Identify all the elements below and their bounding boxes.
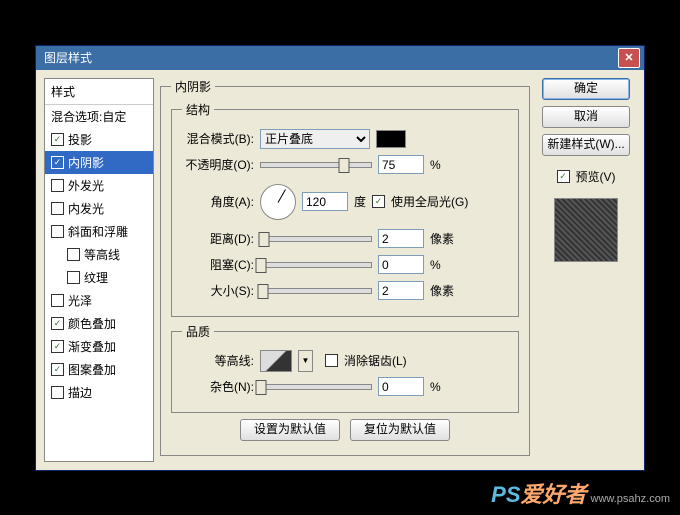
distance-value[interactable] bbox=[378, 229, 424, 248]
sidebar-item-label: 渐变叠加 bbox=[68, 338, 116, 355]
size-label: 大小(S): bbox=[182, 282, 254, 299]
percent-unit: % bbox=[430, 158, 441, 172]
close-button[interactable]: ✕ bbox=[618, 48, 640, 68]
settings-panel: 内阴影 结构 混合模式(B): 正片叠底 不透明度(O): % bbox=[160, 78, 530, 462]
new-style-button[interactable]: 新建样式(W)... bbox=[542, 134, 630, 156]
sidebar-item[interactable]: 纹理 bbox=[45, 266, 153, 289]
sidebar-item[interactable]: 光泽 bbox=[45, 289, 153, 312]
effect-title: 内阴影 bbox=[171, 78, 215, 95]
sidebar-item-label: 光泽 bbox=[68, 292, 92, 309]
sidebar-item[interactable]: 描边 bbox=[45, 381, 153, 404]
sidebar-item[interactable]: 内阴影 bbox=[45, 151, 153, 174]
reset-default-button[interactable]: 复位为默认值 bbox=[350, 419, 450, 441]
style-checkbox[interactable] bbox=[51, 317, 64, 330]
size-unit: 像素 bbox=[430, 282, 454, 299]
sidebar-item[interactable]: 图案叠加 bbox=[45, 358, 153, 381]
color-swatch[interactable] bbox=[376, 130, 406, 148]
global-light-label: 使用全局光(G) bbox=[391, 193, 468, 210]
style-checkbox[interactable] bbox=[51, 294, 64, 307]
preview-checkbox[interactable] bbox=[557, 170, 570, 183]
watermark: PS 爱好者 www.psahz.com bbox=[491, 477, 670, 509]
style-checkbox[interactable] bbox=[67, 248, 80, 261]
sidebar-item[interactable]: 投影 bbox=[45, 128, 153, 151]
cancel-button[interactable]: 取消 bbox=[542, 106, 630, 128]
quality-title: 品质 bbox=[182, 323, 214, 340]
style-checkbox[interactable] bbox=[51, 386, 64, 399]
sidebar-item[interactable]: 外发光 bbox=[45, 174, 153, 197]
opacity-label: 不透明度(O): bbox=[182, 156, 254, 173]
sidebar-item-label: 等高线 bbox=[84, 246, 120, 263]
angle-value[interactable] bbox=[302, 192, 348, 211]
structure-title: 结构 bbox=[182, 101, 214, 118]
style-checkbox[interactable] bbox=[51, 179, 64, 192]
style-checkbox[interactable] bbox=[51, 133, 64, 146]
size-value[interactable] bbox=[378, 281, 424, 300]
preview-label: 预览(V) bbox=[576, 168, 616, 185]
contour-label: 等高线: bbox=[182, 352, 254, 369]
blend-mode-select[interactable]: 正片叠底 bbox=[260, 129, 370, 149]
contour-dropdown-icon[interactable]: ▼ bbox=[298, 350, 313, 372]
sidebar-item-label: 斜面和浮雕 bbox=[68, 223, 128, 240]
distance-unit: 像素 bbox=[430, 230, 454, 247]
style-checkbox[interactable] bbox=[51, 363, 64, 376]
sidebar-header: 样式 bbox=[45, 79, 153, 105]
angle-label: 角度(A): bbox=[182, 193, 254, 210]
distance-slider[interactable] bbox=[260, 236, 372, 242]
noise-label: 杂色(N): bbox=[182, 378, 254, 395]
style-checkbox[interactable] bbox=[51, 202, 64, 215]
contour-picker[interactable] bbox=[260, 350, 292, 372]
style-checkbox[interactable] bbox=[67, 271, 80, 284]
sidebar-item[interactable]: 渐变叠加 bbox=[45, 335, 153, 358]
preview-thumbnail bbox=[554, 198, 618, 262]
percent-unit: % bbox=[430, 258, 441, 272]
sidebar-item-label: 颜色叠加 bbox=[68, 315, 116, 332]
sidebar-item-label: 图案叠加 bbox=[68, 361, 116, 378]
right-panel: 确定 取消 新建样式(W)... 预览(V) bbox=[536, 78, 636, 462]
structure-group: 结构 混合模式(B): 正片叠底 不透明度(O): % bbox=[171, 101, 519, 317]
percent-unit: % bbox=[430, 380, 441, 394]
opacity-value[interactable] bbox=[378, 155, 424, 174]
sidebar-item[interactable]: 颜色叠加 bbox=[45, 312, 153, 335]
sidebar-item-label: 纹理 bbox=[84, 269, 108, 286]
style-checkbox[interactable] bbox=[51, 340, 64, 353]
sidebar-item-label: 投影 bbox=[68, 131, 92, 148]
sidebar-item-label: 描边 bbox=[68, 384, 92, 401]
styles-sidebar: 样式 混合选项:自定 投影内阴影外发光内发光斜面和浮雕等高线纹理光泽颜色叠加渐变… bbox=[44, 78, 154, 462]
sidebar-item[interactable]: 内发光 bbox=[45, 197, 153, 220]
angle-dial[interactable] bbox=[260, 184, 296, 220]
angle-unit: 度 bbox=[354, 193, 366, 210]
ok-button[interactable]: 确定 bbox=[542, 78, 630, 100]
choke-label: 阻塞(C): bbox=[182, 256, 254, 273]
sidebar-item-label: 内阴影 bbox=[68, 154, 104, 171]
antialias-label: 消除锯齿(L) bbox=[344, 352, 407, 369]
layer-style-dialog: 图层样式 ✕ 样式 混合选项:自定 投影内阴影外发光内发光斜面和浮雕等高线纹理光… bbox=[35, 45, 645, 471]
global-light-checkbox[interactable] bbox=[372, 195, 385, 208]
sidebar-item-label: 内发光 bbox=[68, 200, 104, 217]
noise-slider[interactable] bbox=[260, 384, 372, 390]
style-checkbox[interactable] bbox=[51, 225, 64, 238]
noise-value[interactable] bbox=[378, 377, 424, 396]
style-checkbox[interactable] bbox=[51, 156, 64, 169]
blending-options[interactable]: 混合选项:自定 bbox=[45, 105, 153, 128]
sidebar-item[interactable]: 等高线 bbox=[45, 243, 153, 266]
antialias-checkbox[interactable] bbox=[325, 354, 338, 367]
window-title: 图层样式 bbox=[40, 49, 92, 66]
titlebar[interactable]: 图层样式 ✕ bbox=[36, 46, 644, 70]
effect-group: 内阴影 结构 混合模式(B): 正片叠底 不透明度(O): % bbox=[160, 78, 530, 456]
sidebar-item[interactable]: 斜面和浮雕 bbox=[45, 220, 153, 243]
distance-label: 距离(D): bbox=[182, 230, 254, 247]
opacity-slider[interactable] bbox=[260, 162, 372, 168]
set-default-button[interactable]: 设置为默认值 bbox=[240, 419, 340, 441]
choke-slider[interactable] bbox=[260, 262, 372, 268]
choke-value[interactable] bbox=[378, 255, 424, 274]
quality-group: 品质 等高线: ▼ 消除锯齿(L) 杂色(N): % bbox=[171, 323, 519, 413]
blend-mode-label: 混合模式(B): bbox=[182, 130, 254, 147]
sidebar-item-label: 外发光 bbox=[68, 177, 104, 194]
size-slider[interactable] bbox=[260, 288, 372, 294]
